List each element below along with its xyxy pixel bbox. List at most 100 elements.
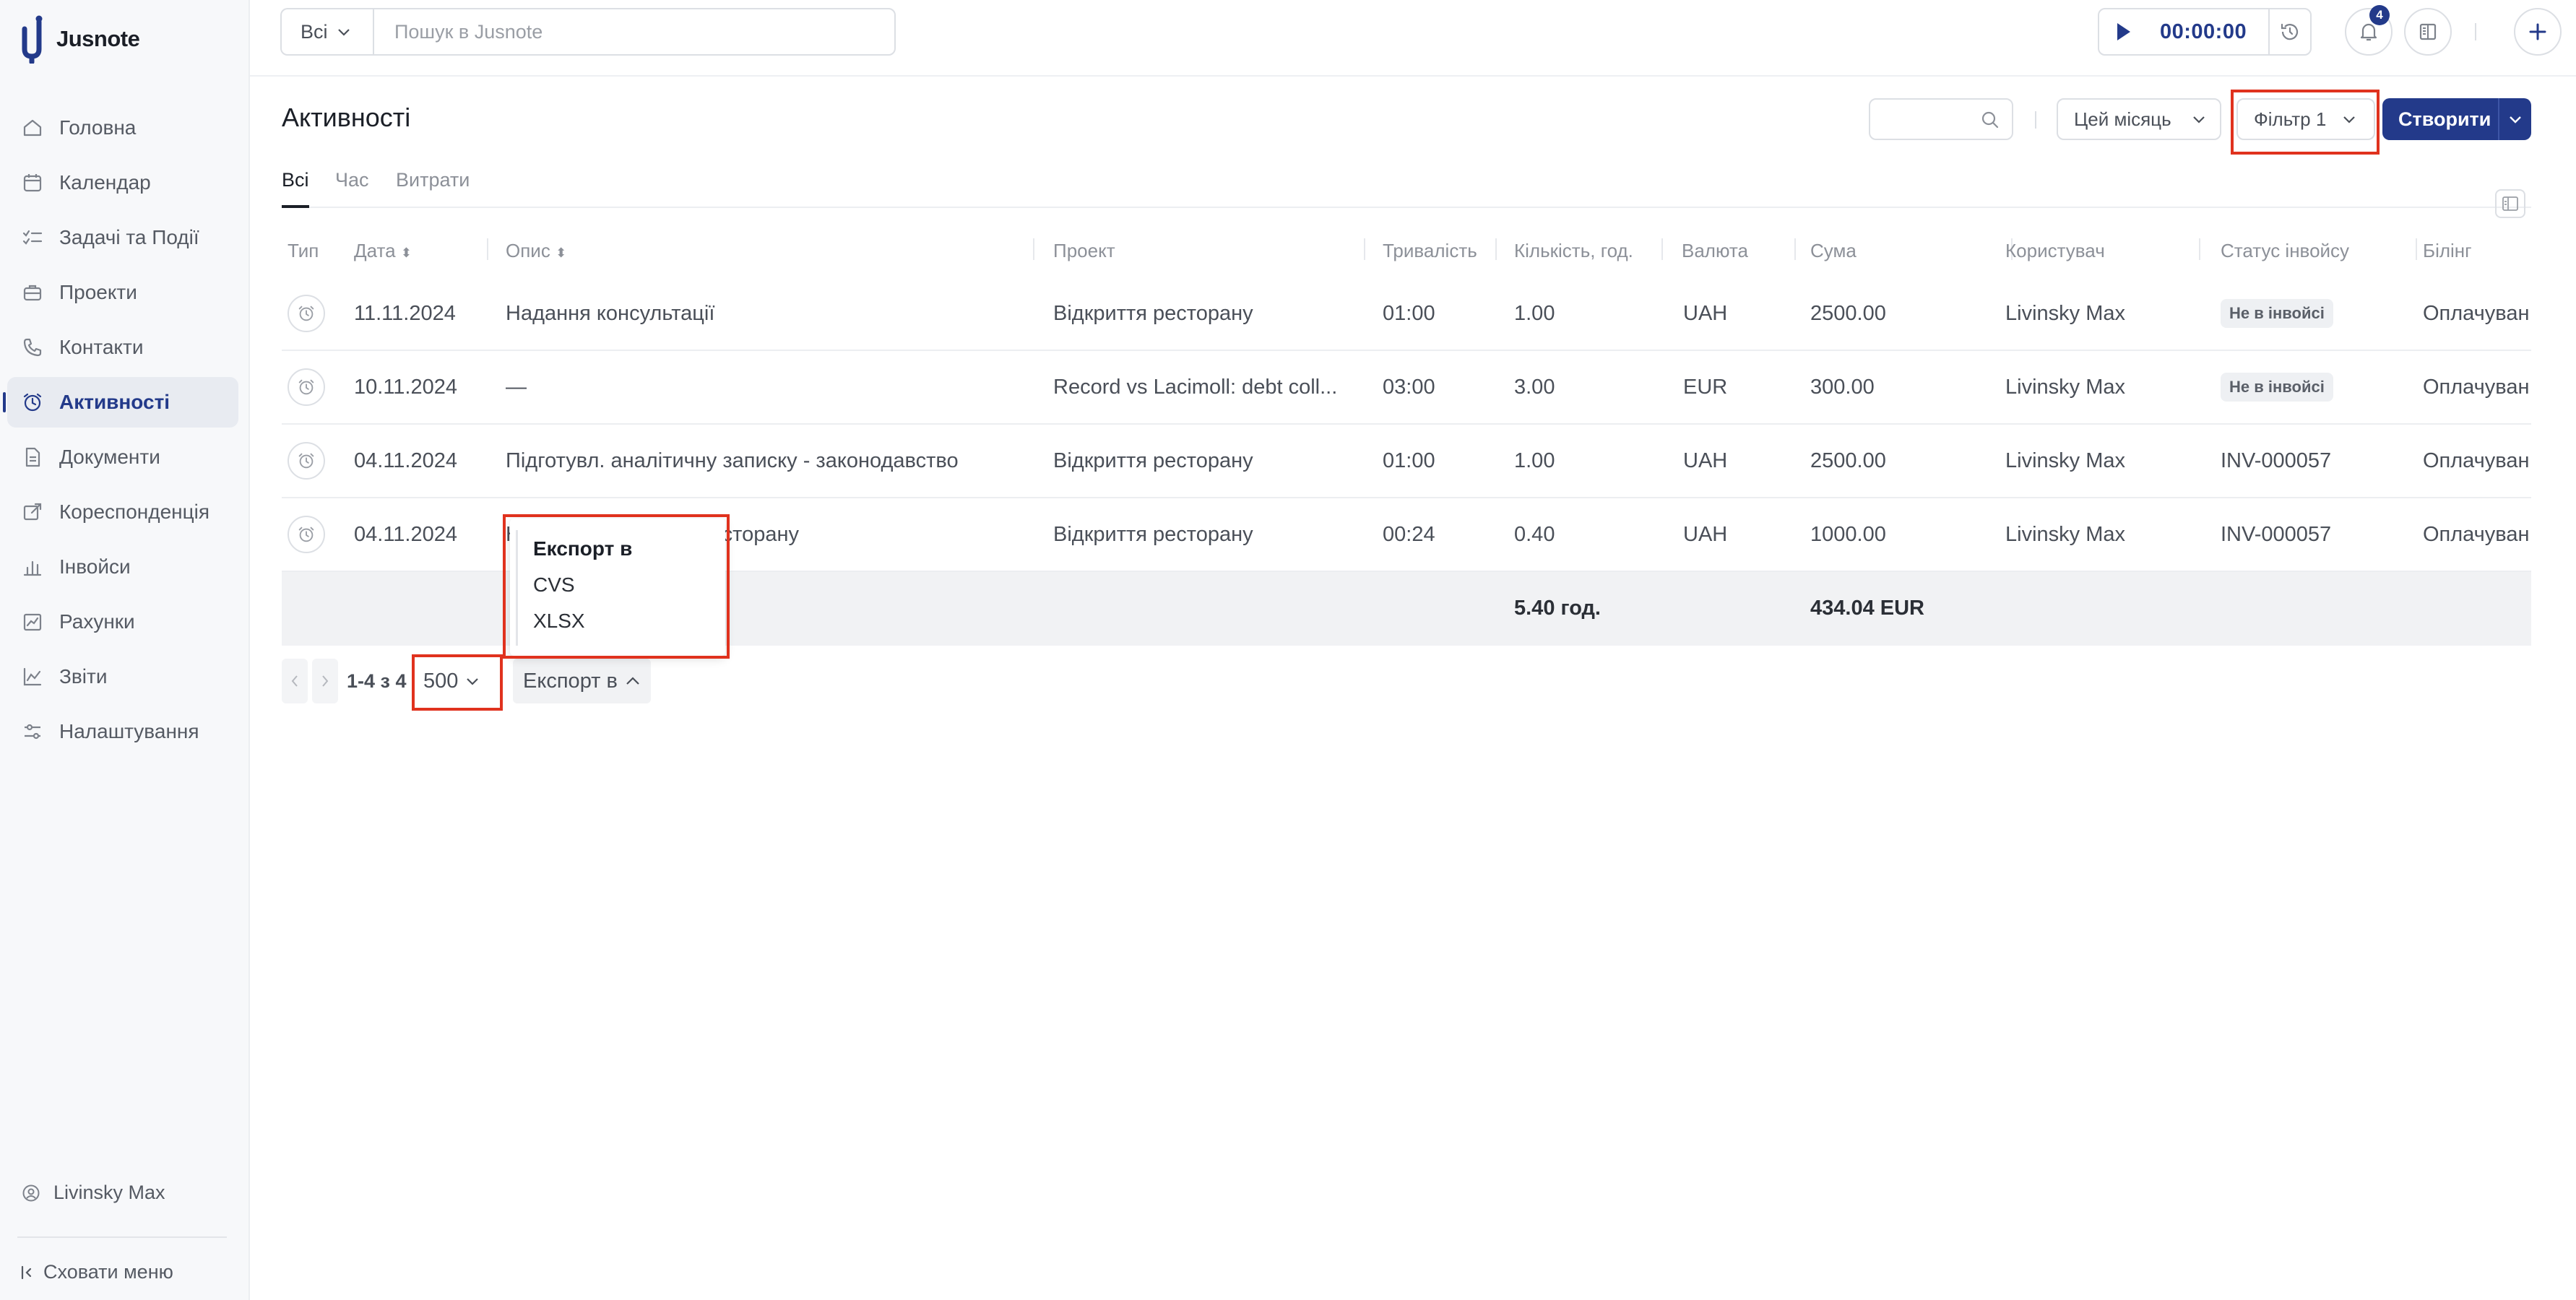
cell-project[interactable]: Відкриття ресторану	[1053, 498, 1253, 571]
calendar-icon	[23, 174, 42, 192]
column-header-description[interactable]: Опис ⬍	[506, 240, 566, 262]
column-header-date[interactable]: Дата ⬍	[354, 240, 412, 262]
bar-chart-icon	[23, 560, 42, 576]
create-button[interactable]: Створити	[2382, 98, 2531, 140]
cell-amount: 300.00	[1810, 375, 1875, 399]
home-icon	[23, 119, 42, 136]
sidebar-item-correspondence[interactable]: Кореспонденція	[7, 487, 238, 537]
invoice-status-badge: Не в інвойсі	[2221, 299, 2333, 328]
cell-currency: UAH	[1683, 448, 1728, 472]
phone-icon	[23, 338, 42, 357]
column-separator	[487, 238, 488, 260]
mail-forward-icon	[23, 503, 42, 521]
sidebar-item-projects[interactable]: Проекти	[7, 267, 238, 318]
sort-icon: ⬍	[400, 246, 412, 260]
tab-all[interactable]: Всі	[282, 169, 309, 191]
add-button[interactable]	[2514, 8, 2562, 56]
invoice-number-link[interactable]: INV-000057	[2221, 498, 2331, 571]
column-settings-button[interactable]	[2495, 189, 2525, 218]
sort-icon: ⬍	[556, 246, 567, 260]
column-header-user: Користувач	[2005, 240, 2105, 261]
sidebar-item-invoices[interactable]: Інвойси	[7, 542, 238, 592]
cell-duration: 00:24	[1383, 522, 1435, 546]
export-button[interactable]: Експорт в	[513, 659, 651, 703]
search-scope-select[interactable]: Всі	[280, 8, 373, 56]
panel-toggle-button[interactable]	[2404, 8, 2452, 56]
cell-description: Надання консультації	[506, 301, 715, 325]
activity-tabs: Всі Час Витрати	[282, 162, 2531, 208]
cell-project[interactable]: Відкриття ресторану	[1053, 277, 1253, 350]
global-search-input[interactable]: Пошук в Jusnote	[373, 8, 896, 56]
column-header-currency: Валюта	[1682, 240, 1748, 261]
sidebar: Jusnote Головна Календар Задачі та Події…	[0, 0, 250, 1300]
invoice-number-link[interactable]: INV-000057	[2221, 425, 2331, 497]
sidebar-divider	[17, 1236, 227, 1238]
checklist-icon	[22, 230, 43, 245]
sidebar-item-bills[interactable]: Рахунки	[7, 597, 238, 647]
sidebar-item-calendar[interactable]: Календар	[7, 157, 238, 208]
cell-user: Livinsky Max	[2005, 448, 2125, 472]
plus-icon	[2529, 23, 2546, 40]
hide-menu-button[interactable]: Сховати меню	[20, 1261, 173, 1283]
tab-time[interactable]: Час	[335, 169, 369, 191]
cell-duration: 03:00	[1383, 375, 1435, 399]
notifications-badge: 4	[2369, 5, 2390, 25]
table-row[interactable]: 10.11.2024 — Record vs Lacimoll: debt co…	[282, 351, 2531, 425]
sidebar-item-documents[interactable]: Документи	[7, 432, 238, 482]
tab-label: Витрати	[396, 169, 470, 191]
time-entry-icon	[288, 295, 325, 332]
export-label: Експорт в	[523, 669, 618, 693]
columns-icon	[2502, 196, 2518, 211]
invoice-status-badge: Не в інвойсі	[2221, 373, 2333, 402]
period-select[interactable]: Цей місяць	[2057, 98, 2221, 140]
sidebar-item-tasks[interactable]: Задачі та Події	[7, 212, 238, 263]
sidebar-item-label: Активності	[59, 391, 170, 413]
cell-currency: EUR	[1683, 375, 1728, 399]
cell-user: Livinsky Max	[2005, 301, 2125, 325]
cell-amount: 2500.00	[1810, 448, 1886, 472]
cell-project[interactable]: Record vs Lacimoll: debt coll...	[1053, 351, 1337, 423]
sliders-icon	[25, 724, 40, 740]
cell-duration: 01:00	[1383, 448, 1435, 472]
tab-label: Час	[335, 169, 369, 191]
create-label: Створити	[2398, 108, 2491, 130]
chevron-up-icon	[626, 677, 639, 685]
column-header-invoice-status: Статус інвойсу	[2221, 240, 2350, 261]
page-size-highlight	[412, 654, 503, 711]
cell-quantity: 3.00	[1514, 375, 1555, 399]
document-icon	[25, 447, 40, 467]
sidebar-item-label: Головна	[59, 116, 137, 139]
next-page-button[interactable]	[312, 659, 338, 703]
toolbar-separator	[2475, 23, 2476, 40]
app-logo[interactable]: Jusnote	[19, 10, 140, 68]
filter-highlight	[2231, 90, 2380, 155]
table-row[interactable]: 04.11.2024 Підготувл. аналітичну записку…	[282, 425, 2531, 498]
cell-date: 04.11.2024	[354, 522, 457, 546]
sidebar-user[interactable]: Livinsky Max	[22, 1182, 165, 1204]
invoice-chart-icon	[23, 613, 42, 631]
table-search-input[interactable]	[1869, 98, 2013, 140]
cell-project[interactable]: Відкриття ресторану	[1053, 425, 1253, 497]
cell-user: Livinsky Max	[2005, 522, 2125, 546]
sidebar-item-label: Кореспонденція	[59, 500, 210, 523]
table-row[interactable]: 11.11.2024 Надання консультації Відкритт…	[282, 277, 2531, 351]
column-header-type: Тип	[288, 240, 319, 261]
create-dropdown-toggle[interactable]	[2499, 114, 2531, 124]
sidebar-item-label: Звіти	[59, 665, 108, 688]
cell-currency: UAH	[1683, 301, 1728, 325]
sidebar-item-activities[interactable]: Активності	[3, 377, 238, 428]
time-entry-icon	[288, 368, 325, 406]
prev-page-button[interactable]	[282, 659, 308, 703]
sidebar-item-reports[interactable]: Звіти	[7, 651, 238, 702]
tab-expenses[interactable]: Витрати	[396, 169, 470, 191]
sidebar-item-home[interactable]: Головна	[7, 103, 238, 153]
timer-history-button[interactable]	[2268, 9, 2310, 54]
notifications-button[interactable]: 4	[2345, 5, 2393, 56]
sidebar-item-contacts[interactable]: Контакти	[7, 322, 238, 373]
cell-amount: 2500.00	[1810, 301, 1886, 325]
sidebar-item-settings[interactable]: Налаштування	[7, 706, 238, 757]
chevron-down-icon	[2192, 116, 2205, 124]
cell-billing: Оплачуван	[2423, 375, 2530, 399]
timer-play-button[interactable]	[2099, 22, 2147, 42]
tab-label: Всі	[282, 169, 309, 191]
